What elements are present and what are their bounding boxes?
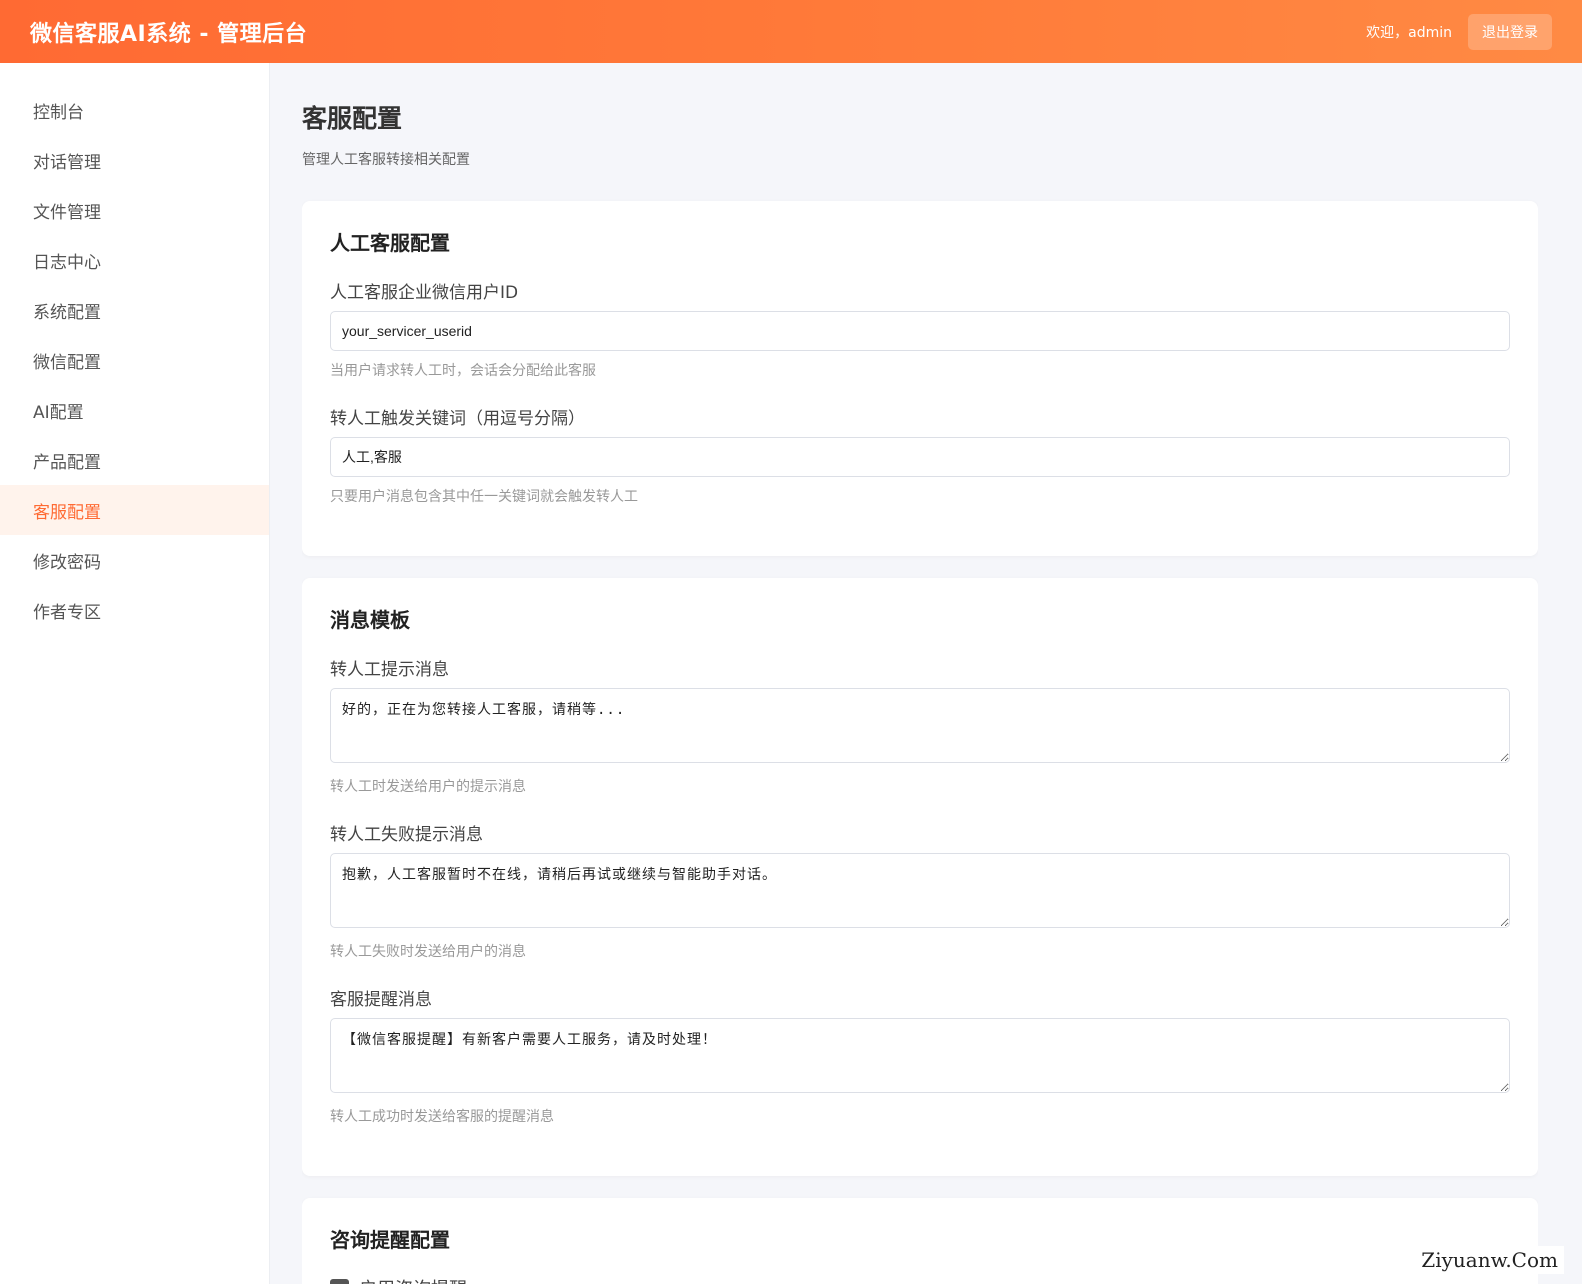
field-hint: 当用户请求转人工时，会话会分配给此客服: [330, 363, 596, 379]
sidebar-item-service-config[interactable]: 客服配置: [0, 485, 269, 535]
field-label: 转人工提示消息: [330, 660, 449, 680]
fail-message-textarea[interactable]: 抱歉，人工客服暂时不在线，请稍后再试或继续与智能助手对话。: [330, 853, 1510, 928]
sidebar-item-files[interactable]: 文件管理: [0, 185, 269, 235]
transfer-message-textarea[interactable]: 好的，正在为您转接人工客服，请稍等...: [330, 688, 1510, 763]
field-label: 转人工失败提示消息: [330, 825, 483, 845]
consult-reminder-card: 咨询提醒配置 启用咨询提醒: [302, 1198, 1538, 1284]
field-label: 客服提醒消息: [330, 990, 432, 1010]
welcome-text: 欢迎，admin: [1366, 24, 1452, 41]
message-template-card: 消息模板 转人工提示消息 好的，正在为您转接人工客服，请稍等... 转人工时发送…: [302, 578, 1538, 1176]
top-bar: 微信客服AI系统 - 管理后台 欢迎，admin 退出登录: [0, 0, 1582, 63]
servicer-userid-input[interactable]: [330, 311, 1510, 351]
card-title: 消息模板: [330, 608, 410, 632]
sidebar-item-author[interactable]: 作者专区: [0, 585, 269, 635]
user-area: 欢迎，admin 退出登录: [1366, 13, 1552, 50]
page-title: 客服配置: [302, 104, 403, 133]
sidebar-item-change-password[interactable]: 修改密码: [0, 535, 269, 585]
sidebar-item-product-config[interactable]: 产品配置: [0, 435, 269, 485]
fail-message-field: 转人工失败提示消息 抱歉，人工客服暂时不在线，请稍后再试或继续与智能助手对话。 …: [330, 820, 1510, 961]
watermark: Ziyuanw.Com: [1415, 1246, 1564, 1274]
sidebar-item-logs[interactable]: 日志中心: [0, 235, 269, 285]
enable-consult-checkbox[interactable]: [330, 1278, 349, 1284]
sidebar: 控制台 对话管理 文件管理 日志中心 系统配置 微信配置 AI配置 产品配置 客…: [0, 63, 270, 1284]
main-content: 客服配置 管理人工客服转接相关配置 人工客服配置 人工客服企业微信用户ID 当用…: [302, 63, 1538, 1284]
remind-message-textarea[interactable]: 【微信客服提醒】有新客户需要人工服务，请及时处理！: [330, 1018, 1510, 1093]
logout-button[interactable]: 退出登录: [1468, 13, 1552, 50]
servicer-config-card: 人工客服配置 人工客服企业微信用户ID 当用户请求转人工时，会话会分配给此客服 …: [302, 201, 1538, 556]
field-hint: 只要用户消息包含其中任一关键词就会触发转人工: [330, 489, 638, 505]
page-subtitle: 管理人工客服转接相关配置: [302, 152, 470, 168]
card-title: 咨询提醒配置: [330, 1228, 450, 1252]
card-title: 人工客服配置: [330, 231, 450, 255]
field-label: 人工客服企业微信用户ID: [330, 283, 519, 303]
keywords-input[interactable]: [330, 437, 1510, 477]
sidebar-item-conversations[interactable]: 对话管理: [0, 135, 269, 185]
transfer-message-field: 转人工提示消息 好的，正在为您转接人工客服，请稍等... 转人工时发送给用户的提…: [330, 655, 1510, 796]
field-hint: 转人工成功时发送给客服的提醒消息: [330, 1109, 554, 1125]
enable-consult-row: 启用咨询提醒: [330, 1275, 1510, 1284]
remind-message-field: 客服提醒消息 【微信客服提醒】有新客户需要人工服务，请及时处理！ 转人工成功时发…: [330, 985, 1510, 1126]
keywords-field: 转人工触发关键词（用逗号分隔） 只要用户消息包含其中任一关键词就会触发转人工: [330, 404, 1510, 506]
servicer-userid-field: 人工客服企业微信用户ID 当用户请求转人工时，会话会分配给此客服: [330, 278, 1510, 380]
field-hint: 转人工时发送给用户的提示消息: [330, 779, 526, 795]
app-title: 微信客服AI系统 - 管理后台: [30, 21, 308, 47]
enable-consult-label: 启用咨询提醒: [359, 1275, 467, 1284]
field-hint: 转人工失败时发送给用户的消息: [330, 944, 526, 960]
sidebar-item-dashboard[interactable]: 控制台: [0, 85, 269, 135]
field-label: 转人工触发关键词（用逗号分隔）: [330, 409, 585, 429]
sidebar-item-ai-config[interactable]: AI配置: [0, 385, 269, 435]
sidebar-item-system-config[interactable]: 系统配置: [0, 285, 269, 335]
sidebar-item-wechat-config[interactable]: 微信配置: [0, 335, 269, 385]
